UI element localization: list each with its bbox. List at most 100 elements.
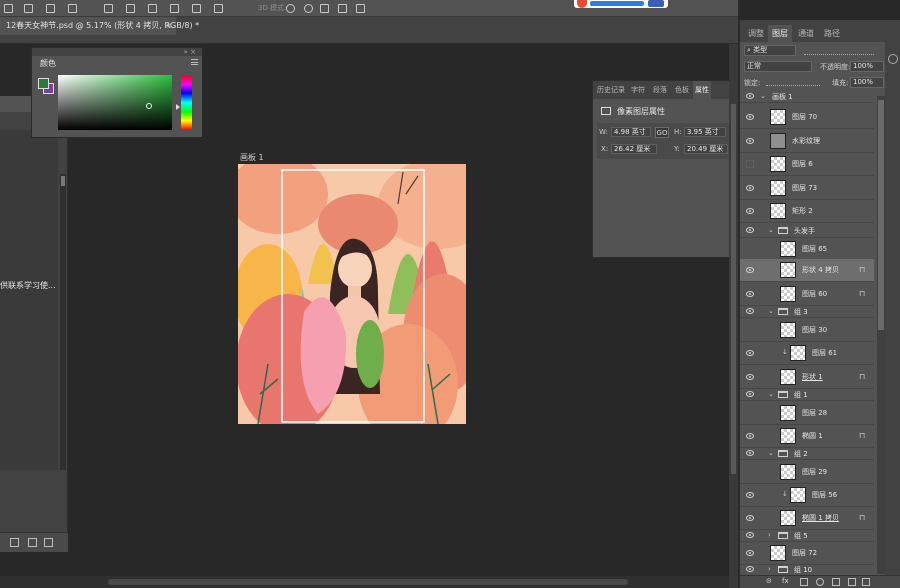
layer-group-row[interactable]: ⌄ 组 1 <box>740 389 874 401</box>
distribute-right-icon[interactable] <box>214 4 223 13</box>
layer-group-row[interactable]: ⌄ 头发手 <box>740 223 874 238</box>
align-top-icon[interactable] <box>68 4 77 13</box>
layer-row[interactable]: 图层 65 <box>740 238 874 261</box>
layer-row[interactable]: 图层 70 <box>740 106 874 129</box>
distribute-vertical-icon[interactable] <box>126 4 135 13</box>
mask-icon[interactable] <box>800 578 808 586</box>
folder-icon[interactable] <box>832 578 840 586</box>
foreground-color-swatch[interactable] <box>38 78 49 89</box>
visibility-eye-icon[interactable] <box>746 350 754 356</box>
visibility-eye-icon[interactable] <box>746 374 754 380</box>
close-icon[interactable]: × <box>190 48 196 56</box>
blend-mode-dropdown[interactable]: 正常 <box>744 61 812 72</box>
tab-layers[interactable]: 图层 <box>768 25 792 42</box>
visibility-eye-icon[interactable] <box>746 550 754 556</box>
visibility-eye-icon[interactable] <box>746 93 754 99</box>
color-picker-marker[interactable] <box>146 103 152 109</box>
width-field[interactable]: 4.98 英寸 <box>611 127 651 137</box>
distribute-bottom-icon[interactable] <box>192 4 201 13</box>
visibility-eye-icon[interactable] <box>746 391 754 397</box>
layer-row-selected[interactable]: 形状 4 拷贝 ⊓ <box>740 259 874 282</box>
hue-slider[interactable] <box>181 75 192 130</box>
tab-adjustments[interactable]: 调整 <box>744 25 768 42</box>
new-layer-icon[interactable] <box>848 578 856 586</box>
visibility-eye-icon[interactable] <box>746 291 754 297</box>
visibility-eye-icon[interactable] <box>746 450 754 456</box>
layer-group-row[interactable]: ⌄ 组 3 <box>740 306 874 318</box>
align-right-icon[interactable] <box>46 4 55 13</box>
opacity-field[interactable]: 100% <box>850 61 884 72</box>
chevron-down-icon[interactable]: ⌄ <box>760 92 766 100</box>
layers-scrollbar[interactable] <box>877 96 885 574</box>
layer-row[interactable]: 图层 60 ⊓ <box>740 283 874 306</box>
layer-row[interactable]: 水彩纹理 <box>740 130 874 153</box>
fx-icon[interactable]: fx <box>782 577 789 585</box>
tab-history[interactable]: 历史记录 <box>595 81 627 99</box>
3d-drag-icon[interactable] <box>320 4 329 13</box>
x-field[interactable]: 26.42 厘米 <box>611 144 657 154</box>
tab-paths[interactable]: 路径 <box>820 25 844 42</box>
link-icon[interactable]: GO <box>655 127 669 138</box>
hue-slider-handle[interactable] <box>176 104 180 110</box>
layer-row[interactable]: ↓ 图层 61 <box>740 342 874 365</box>
palette-icon[interactable] <box>888 54 898 64</box>
layer-row[interactable]: ↓ 图层 56 <box>740 484 874 507</box>
new-icon[interactable] <box>28 538 37 547</box>
layer-group-row[interactable]: ⌄ 组 2 <box>740 448 874 460</box>
tab-character[interactable]: 字符 <box>629 81 647 99</box>
fill-field[interactable]: 100% <box>850 77 884 88</box>
align-left-icon[interactable] <box>4 4 13 13</box>
left-panel-scrollbar[interactable] <box>60 174 66 470</box>
visibility-eye-icon[interactable] <box>746 138 754 144</box>
trash-icon[interactable] <box>862 578 870 586</box>
visibility-eye-icon[interactable] <box>746 433 754 439</box>
visibility-eye-icon[interactable] <box>746 267 754 273</box>
visibility-eye-icon[interactable] <box>746 308 754 314</box>
y-field[interactable]: 20.49 厘米 <box>684 144 728 154</box>
layer-group-row[interactable]: › 组 10 <box>740 565 874 575</box>
distribute-center-icon[interactable] <box>170 4 179 13</box>
visibility-eye-icon[interactable] <box>746 114 754 120</box>
canvas-horizontal-scrollbar[interactable] <box>0 576 729 588</box>
chevron-down-icon[interactable]: ⌄ <box>768 226 774 234</box>
artboard-canvas[interactable] <box>238 164 466 424</box>
collapse-icon[interactable]: » <box>184 48 188 56</box>
layer-row[interactable]: 图层 72 <box>740 542 874 565</box>
color-picker-field[interactable] <box>58 75 172 130</box>
chevron-down-icon[interactable]: ⌄ <box>768 449 774 457</box>
chevron-right-icon[interactable]: › <box>768 565 771 573</box>
tab-channels[interactable]: 通道 <box>794 25 818 42</box>
distribute-icon[interactable] <box>104 4 113 13</box>
visibility-off-box[interactable] <box>746 160 754 168</box>
3d-scale-icon[interactable] <box>356 4 365 13</box>
layer-row[interactable]: 图层 73 <box>740 177 874 200</box>
panel-menu-icon[interactable] <box>191 59 198 65</box>
height-field[interactable]: 3.95 英寸 <box>684 127 726 137</box>
canvas-vertical-scrollbar[interactable] <box>729 44 738 588</box>
layer-group-row[interactable]: › 组 5 <box>740 530 874 542</box>
tab-paragraph[interactable]: 段落 <box>651 81 669 99</box>
close-icon[interactable]: × <box>165 17 172 35</box>
layer-row[interactable]: 椭圆 1 ⊓ <box>740 425 874 448</box>
folder-icon[interactable] <box>10 538 19 547</box>
chevron-down-icon[interactable]: ⌄ <box>768 390 774 398</box>
chevron-right-icon[interactable]: › <box>768 531 771 539</box>
3d-roll-icon[interactable] <box>304 4 313 13</box>
layer-row-hidden[interactable]: 图层 6 <box>740 153 874 176</box>
align-center-icon[interactable] <box>24 4 33 13</box>
layer-row[interactable]: 图层 28 <box>740 402 874 425</box>
distribute-horizontal-icon[interactable] <box>148 4 157 13</box>
visibility-eye-icon[interactable] <box>746 227 754 233</box>
layer-row-artboard[interactable]: ⌄ 画板 1 <box>740 91 874 103</box>
layer-row[interactable]: 椭圆 1 拷贝 ⊓ <box>740 507 874 530</box>
layer-filter-icons[interactable] <box>804 46 874 55</box>
trash-icon[interactable] <box>44 538 53 547</box>
visibility-eye-icon[interactable] <box>746 515 754 521</box>
layer-filter-dropdown[interactable]: ⌕ 类型 <box>744 45 796 56</box>
layer-row[interactable]: 形状 1 ⊓ <box>740 366 874 389</box>
link-layers-icon[interactable]: ⊝ <box>766 577 772 585</box>
adjustment-layer-icon[interactable] <box>816 578 824 586</box>
layer-row[interactable]: 图层 29 <box>740 461 874 484</box>
document-tab[interactable]: 12春天女神节.psd @ 5.17% (形状 4 拷贝, RGB/8) * × <box>0 17 199 35</box>
layer-row[interactable]: 图层 30 <box>740 319 874 342</box>
